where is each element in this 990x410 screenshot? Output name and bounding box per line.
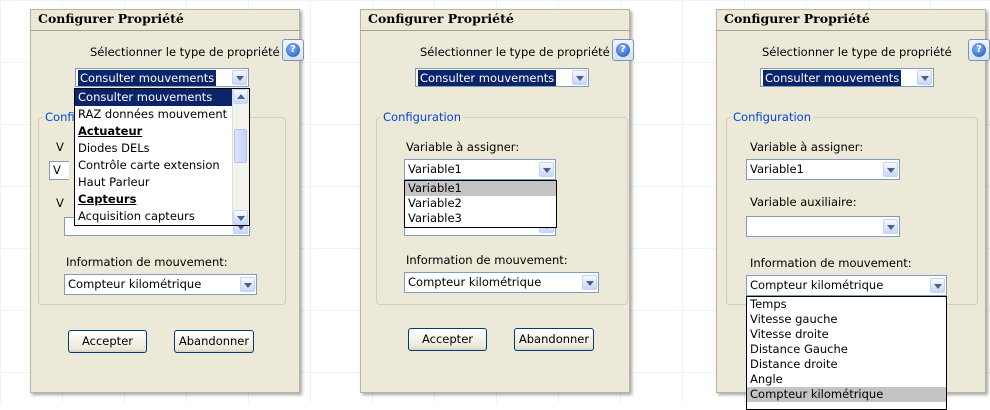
property-type-value: Consulter mouvements: [763, 70, 902, 86]
dropdown-option[interactable]: Capteurs: [75, 191, 249, 208]
movement-label: Information de mouvement:: [66, 255, 228, 269]
property-type-options: Consulter mouvements RAZ données mouvemen…: [75, 89, 249, 225]
help-button[interactable]: ?: [612, 39, 634, 61]
movement-select[interactable]: Compteur kilométrique: [404, 272, 599, 293]
scroll-up-icon[interactable]: [233, 89, 248, 104]
dialog-panel-1: Configurer Propriété ? Sélectionner le t…: [30, 9, 304, 393]
help-icon: ?: [972, 43, 986, 57]
chevron-down-icon[interactable]: [572, 70, 587, 85]
cancel-button[interactable]: Abandonner: [174, 330, 254, 353]
accept-button[interactable]: Accepter: [68, 330, 147, 353]
cancel-button[interactable]: Abandonner: [514, 328, 594, 351]
movement-options: Temps Vitesse gauche Vitesse droite Distanc…: [747, 297, 946, 402]
dialog-title: Configurer Propriété: [724, 11, 870, 26]
chevron-down-icon[interactable]: [539, 162, 554, 177]
dropdown-option[interactable]: Vitesse gauche: [747, 312, 946, 327]
configuration-group-label: Configuration: [731, 110, 813, 124]
movement-label: Information de mouvement:: [406, 253, 568, 267]
dropdown-option[interactable]: Acquisition capteurs: [75, 208, 249, 225]
variable-label: Variable à assigner:: [750, 140, 864, 154]
dropdown-option[interactable]: Distance Gauche: [747, 342, 946, 357]
configuration-group-label: Confi: [43, 110, 77, 124]
dropdown-option[interactable]: Diodes DELs: [75, 140, 249, 157]
property-type-select[interactable]: Consulter mouvements: [415, 68, 589, 87]
movement-dropdown-list[interactable]: Temps Vitesse gauche Vitesse droite Distanc…: [746, 296, 947, 410]
chevron-down-icon[interactable]: [883, 219, 898, 234]
aux-variable-label: V: [56, 196, 64, 210]
dropdown-scrollbar[interactable]: [232, 89, 249, 225]
movement-value: Compteur kilométrique: [408, 275, 542, 289]
dialog-title: Configurer Propriété: [368, 11, 514, 26]
chevron-down-icon[interactable]: [232, 70, 247, 85]
help-button[interactable]: ?: [282, 39, 304, 61]
dropdown-option[interactable]: Compteur kilométrique: [747, 387, 946, 402]
dialog-panel-3: Configurer Propriété ? Sélectionner le t…: [716, 9, 990, 410]
chevron-down-icon[interactable]: [883, 162, 898, 177]
variable-value: Variable1: [408, 162, 462, 176]
dialog-title: Configurer Propriété: [38, 11, 184, 26]
configuration-group-label: Configuration: [381, 110, 463, 124]
property-type-label: Sélectionner le type de propriété: [90, 45, 280, 59]
variable-select[interactable]: Variable1: [404, 159, 556, 180]
variable-options: Variable1 Variable2 Variable3: [405, 181, 556, 226]
dialog-panel-2: Configurer Propriété ? Sélectionner le t…: [360, 9, 634, 393]
dropdown-option[interactable]: Vitesse droite: [747, 327, 946, 342]
dropdown-option[interactable]: Contrôle carte extension: [75, 157, 249, 174]
dropdown-option[interactable]: Consulter mouvements: [75, 89, 249, 106]
movement-value: Compteur kilométrique: [750, 278, 884, 292]
chevron-down-icon[interactable]: [930, 278, 945, 293]
chevron-down-icon[interactable]: [240, 277, 255, 292]
chevron-down-icon[interactable]: [582, 275, 597, 290]
dropdown-option[interactable]: Distance droite: [747, 357, 946, 372]
property-type-label: Sélectionner le type de propriété: [762, 45, 952, 59]
property-type-dropdown-list[interactable]: Consulter mouvements RAZ données mouvemen…: [74, 88, 250, 226]
dropdown-option[interactable]: Actuateur: [75, 123, 249, 140]
variable-select[interactable]: Variable1: [746, 159, 900, 180]
dropdown-option[interactable]: Variable3: [405, 211, 556, 226]
accept-button[interactable]: Accepter: [408, 328, 487, 351]
variable-label: Variable à assigner:: [406, 140, 520, 154]
help-icon: ?: [286, 43, 300, 57]
movement-select[interactable]: Compteur kilométrique: [746, 275, 947, 296]
variable-value: V: [53, 163, 61, 177]
dropdown-option[interactable]: RAZ données mouvement: [75, 106, 249, 123]
scroll-thumb[interactable]: [234, 129, 247, 163]
property-type-label: Sélectionner le type de propriété: [420, 45, 610, 59]
aux-variable-select[interactable]: [746, 216, 900, 237]
property-type-select[interactable]: Consulter mouvements: [760, 68, 934, 87]
property-type-value: Consulter mouvements: [78, 70, 217, 86]
variable-label: V: [56, 140, 64, 154]
property-type-value: Consulter mouvements: [418, 70, 557, 86]
variable-dropdown-list[interactable]: Variable1 Variable2 Variable3: [404, 180, 557, 228]
aux-variable-label: Variable auxiliaire:: [750, 195, 857, 209]
movement-select[interactable]: Compteur kilométrique: [64, 274, 257, 295]
variable-value: Variable1: [750, 162, 804, 176]
dropdown-option[interactable]: Variable1: [405, 181, 556, 196]
help-icon: ?: [616, 43, 630, 57]
property-type-select[interactable]: Consulter mouvements: [75, 68, 249, 87]
movement-value: Compteur kilométrique: [68, 277, 202, 291]
movement-label: Information de mouvement:: [750, 256, 912, 270]
variable-select[interactable]: V: [49, 161, 69, 180]
dropdown-option[interactable]: Angle: [747, 372, 946, 387]
dropdown-option[interactable]: Haut Parleur: [75, 174, 249, 191]
dropdown-option[interactable]: Temps: [747, 297, 946, 312]
help-button[interactable]: ?: [968, 39, 990, 61]
dropdown-option[interactable]: Variable2: [405, 196, 556, 211]
scroll-down-icon[interactable]: [233, 210, 248, 225]
chevron-down-icon[interactable]: [917, 70, 932, 85]
